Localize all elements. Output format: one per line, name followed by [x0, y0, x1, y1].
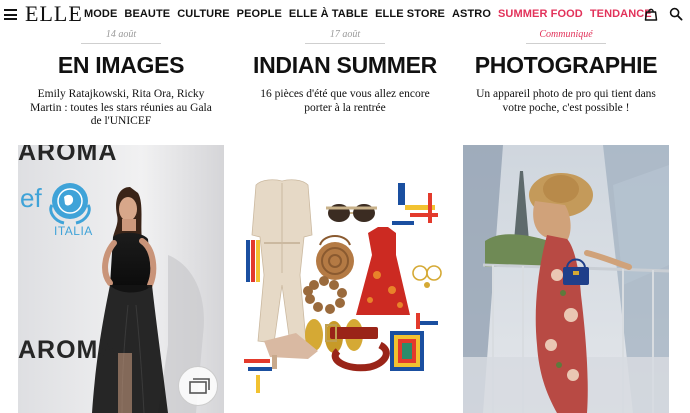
article-meta: Communiqué — [463, 28, 669, 48]
backdrop-brand-top: AROMA — [18, 145, 118, 166]
article-image-summer-pieces[interactable] — [242, 145, 448, 413]
article-title[interactable]: PHOTOGRAPHIE — [463, 48, 669, 88]
fashion-collage — [242, 145, 448, 413]
nav-item-tendance[interactable]: TENDANCE — [590, 8, 652, 20]
nav-item-culture[interactable]: CULTURE — [177, 8, 229, 20]
nav-item-mode[interactable]: MODE — [84, 8, 117, 20]
article-card-indian-summer[interactable]: 17 août INDIAN SUMMER 16 pièces d'été qu… — [242, 28, 448, 413]
gallery-icon[interactable] — [178, 366, 218, 406]
nav-item-astro[interactable]: ASTRO — [452, 8, 491, 20]
elle-logo[interactable]: ELLE — [25, 3, 83, 25]
divider — [526, 43, 606, 44]
backdrop-brand-bottom: AROMA — [18, 336, 118, 364]
article-meta: 14 août — [18, 28, 224, 48]
article-image-gala-unicef[interactable]: AROMA ef ITALIA AROMA — [18, 145, 224, 413]
article-image-paris-photo[interactable] — [463, 145, 669, 413]
shopping-bag-icon[interactable] — [644, 7, 658, 21]
paris-rooftop-photo — [463, 145, 669, 413]
article-meta: 17 août — [242, 28, 448, 48]
divider — [305, 43, 385, 44]
top-navigation: ELLE MODE BEAUTE CULTURE PEOPLE ELLE À T… — [0, 0, 690, 28]
backdrop-unicef-italia: ITALIA — [54, 224, 93, 238]
article-date: 17 août — [329, 29, 361, 40]
article-title[interactable]: EN IMAGES — [18, 48, 224, 88]
main-nav-links: MODE BEAUTE CULTURE PEOPLE ELLE À TABLE … — [84, 0, 659, 28]
backdrop-unicef-text: ef — [20, 183, 42, 213]
article-description[interactable]: Emily Ratajkowski, Rita Ora, Ricky Marti… — [18, 88, 224, 145]
article-description[interactable]: 16 pièces d'été que vous allez encore po… — [242, 88, 448, 145]
hamburger-menu-icon[interactable] — [4, 9, 17, 20]
divider — [81, 43, 161, 44]
nav-item-elle-store[interactable]: ELLE STORE — [375, 8, 445, 20]
article-title[interactable]: INDIAN SUMMER — [242, 48, 448, 88]
nav-item-summer-food[interactable]: SUMMER FOOD — [498, 8, 583, 20]
search-icon[interactable] — [669, 7, 683, 21]
nav-item-beaute[interactable]: BEAUTE — [124, 8, 170, 20]
article-description[interactable]: Un appareil photo de pro qui tient dans … — [463, 88, 669, 145]
article-date: 14 août — [105, 29, 137, 40]
nav-item-elle-a-table[interactable]: ELLE À TABLE — [289, 8, 368, 20]
article-sponsored-label: Communiqué — [539, 29, 593, 40]
nav-item-people[interactable]: PEOPLE — [237, 8, 282, 20]
article-card-en-images[interactable]: 14 août EN IMAGES Emily Ratajkowski, Rit… — [18, 28, 224, 413]
article-card-photographie[interactable]: Communiqué PHOTOGRAPHIE Un appareil phot… — [463, 28, 669, 413]
